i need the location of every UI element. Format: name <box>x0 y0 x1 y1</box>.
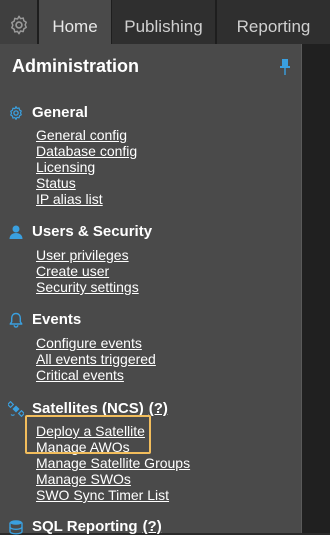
link-create-user[interactable]: Create user <box>36 263 139 279</box>
events-links: Configure events All events triggered Cr… <box>36 335 156 383</box>
link-all-events-triggered[interactable]: All events triggered <box>36 351 156 367</box>
user-icon <box>9 225 23 239</box>
link-licensing[interactable]: Licensing <box>36 159 137 175</box>
link-security-settings[interactable]: Security settings <box>36 279 139 295</box>
link-manage-swos[interactable]: Manage SWOs <box>36 471 190 487</box>
link-database-config[interactable]: Database config <box>36 143 137 159</box>
database-icon <box>9 519 23 535</box>
pin-icon[interactable] <box>278 58 292 76</box>
section-title-events: Events <box>32 311 82 328</box>
section-users-security: Users & Security <box>8 223 152 240</box>
highlight-annotation <box>25 415 151 454</box>
gear-icon <box>10 15 27 35</box>
link-ip-alias-list[interactable]: IP alias list <box>36 191 137 207</box>
link-general-config[interactable]: General config <box>36 127 137 143</box>
link-critical-events[interactable]: Critical events <box>36 367 156 383</box>
content-area-edge <box>302 44 330 533</box>
users-security-links: User privileges Create user Security set… <box>36 247 139 295</box>
administration-panel: Administration General General config Da… <box>0 44 302 535</box>
link-manage-satellite-groups[interactable]: Manage Satellite Groups <box>36 455 190 471</box>
link-configure-events[interactable]: Configure events <box>36 335 156 351</box>
bell-icon <box>9 312 23 328</box>
link-swo-sync-timer-list[interactable]: SWO Sync Timer List <box>36 487 190 503</box>
section-title-general: General <box>32 104 88 121</box>
section-title-users-security: Users & Security <box>32 223 153 240</box>
satellites-help-link[interactable]: (?) <box>149 400 168 417</box>
link-user-privileges[interactable]: User privileges <box>36 247 139 263</box>
general-links: General config Database config Licensing… <box>36 127 137 207</box>
section-events: Events <box>8 311 81 328</box>
gear-icon <box>10 105 22 120</box>
link-status[interactable]: Status <box>36 175 137 191</box>
section-general: General <box>8 104 88 121</box>
panel-title: Administration <box>12 56 140 76</box>
satellite-icon <box>8 400 24 417</box>
section-sql-reporting: SQL Reporting (?) <box>8 518 162 535</box>
section-title-sql-reporting: SQL Reporting <box>32 518 138 535</box>
sql-reporting-help-link[interactable]: (?) <box>143 518 162 535</box>
